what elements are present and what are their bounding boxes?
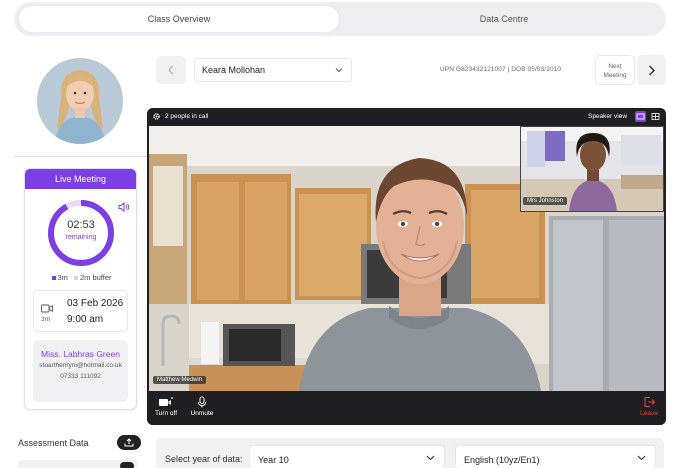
speaker-view-label: Speaker view xyxy=(588,113,628,120)
speaker-view-icon xyxy=(636,113,645,120)
call-header: 2 people in call Speaker view xyxy=(147,108,666,126)
tab-class-overview[interactable]: Class Overview xyxy=(19,6,339,32)
grid-view-button[interactable] xyxy=(650,111,661,122)
mic-toggle[interactable]: Unmute xyxy=(187,396,217,417)
meeting-datetime: 3m 03 Feb 2026 9:00 am xyxy=(33,290,128,332)
pip-participant-tag: Mrs Johnston xyxy=(523,197,568,205)
chevron-right-icon xyxy=(649,65,655,75)
meeting-time: 9:00 am xyxy=(67,314,104,325)
view-tabs: Class Overview Data Centre xyxy=(14,2,666,36)
countdown-progress-arc xyxy=(48,200,114,266)
teacher-email[interactable]: stuarthenryni@hotmail.co.uk xyxy=(33,362,128,370)
countdown-time: 02:53 xyxy=(67,219,95,231)
next-student-button[interactable] xyxy=(637,55,666,85)
legend-buffer: 2m buffer xyxy=(73,273,111,282)
chevron-down-icon xyxy=(637,455,646,461)
assessment-toggle[interactable] xyxy=(120,462,134,468)
subject-select[interactable]: English (10yz/En1) xyxy=(455,445,656,468)
countdown-label: remaining xyxy=(65,234,97,241)
gear-icon[interactable] xyxy=(152,112,161,121)
live-meeting-header: Live Meeting xyxy=(25,169,136,189)
countdown-legend: 3m 2m buffer xyxy=(25,273,136,282)
live-meeting-card: Live Meeting 02:53 remaining 3m 2m buffe… xyxy=(24,168,137,410)
assessment-data-label: Assessment Data xyxy=(18,438,89,448)
speaker-view-button[interactable] xyxy=(635,111,646,122)
student-upn-dob: UPN G823432121007 | DOB 05/03/2010 xyxy=(440,66,562,73)
camera-toggle[interactable]: Turn off xyxy=(153,396,179,417)
next-meeting-button[interactable]: Next Meeting xyxy=(595,55,635,85)
subject-value: English (10yz/En1) xyxy=(464,455,540,465)
teacher-contact: Miss. Labhras Green stuarthenryni@hotmai… xyxy=(33,340,128,402)
year-value: Year 10 xyxy=(258,455,289,465)
meeting-date: 03 Feb 2026 xyxy=(67,298,124,309)
video-camera-icon xyxy=(159,397,174,406)
pip-participant-name: Mrs Johnston xyxy=(527,198,564,204)
leave-icon xyxy=(644,396,656,408)
call-controls: Turn off Unmute Leave xyxy=(147,391,666,425)
microphone-icon xyxy=(198,396,206,408)
data-selector-bar: Select year of data: Year 10 English (10… xyxy=(156,438,664,468)
camera-label: Turn off xyxy=(154,410,178,417)
countdown-ring: 02:53 remaining xyxy=(46,198,116,268)
meeting-duration: 3m xyxy=(41,316,51,323)
student-select[interactable]: Keara Mollohan xyxy=(194,58,352,82)
upload-icon xyxy=(124,438,134,447)
legend-meeting: 3m xyxy=(51,273,68,282)
chevron-down-icon xyxy=(426,455,435,461)
main-participant-name: Matthew Medwin xyxy=(157,377,203,383)
upload-button[interactable] xyxy=(117,435,141,450)
student-name: Keara Mollohan xyxy=(202,65,266,75)
student-avatar xyxy=(37,58,123,144)
people-count: 2 people in call xyxy=(165,113,209,120)
grid-view-icon xyxy=(651,113,660,120)
mic-label: Unmute xyxy=(190,410,214,417)
previous-student-button[interactable] xyxy=(156,56,186,84)
leave-button[interactable]: Leave xyxy=(637,396,661,417)
chevron-left-icon xyxy=(168,65,174,75)
tab-data-centre[interactable]: Data Centre xyxy=(344,6,664,32)
leave-label: Leave xyxy=(640,410,658,417)
video-camera-icon xyxy=(41,300,53,313)
year-select[interactable]: Year 10 xyxy=(249,445,445,468)
speaker-icon[interactable] xyxy=(118,199,130,213)
left-divider xyxy=(14,156,149,157)
teacher-phone: 07333 111092 xyxy=(60,373,101,380)
select-year-label: Select year of data: xyxy=(165,454,243,464)
chevron-down-icon xyxy=(335,68,343,73)
main-participant-tag: Matthew Medwin xyxy=(153,376,207,384)
teacher-name: Miss. Labhras Green xyxy=(41,349,120,359)
video-call-panel: 2 people in call Speaker view Matthew Me… xyxy=(147,108,666,425)
